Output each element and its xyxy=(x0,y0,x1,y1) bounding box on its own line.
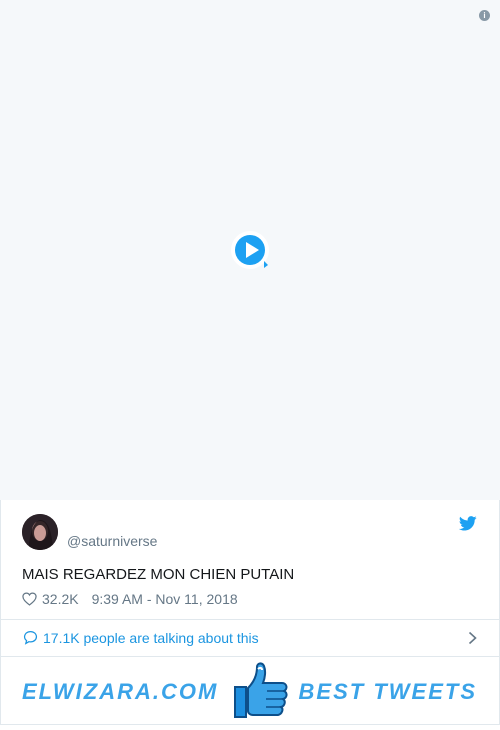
conversation-link[interactable]: 17.1K people are talking about this xyxy=(0,620,500,657)
timestamp[interactable]: 9:39 AM - Nov 11, 2018 xyxy=(92,591,238,607)
chevron-right-icon xyxy=(468,631,477,645)
heart-icon[interactable] xyxy=(22,592,37,606)
promo-banner[interactable]: ELWIZARA.COM BEST TWEETS xyxy=(0,657,500,725)
like-count[interactable]: 32.2K xyxy=(42,591,79,607)
best-tweets-label: BEST TWEETS xyxy=(298,679,477,704)
info-icon[interactable]: i xyxy=(479,10,490,21)
tweet-text: MAIS REGARDEZ MON CHIEN PUTAIN xyxy=(22,566,295,583)
thumbs-up-icon xyxy=(234,662,288,718)
twitter-bird-icon[interactable] xyxy=(459,516,477,531)
brand-name: ELWIZARA.COM xyxy=(22,679,219,704)
play-icon[interactable] xyxy=(230,230,270,270)
video-player[interactable]: i xyxy=(0,0,500,500)
speech-bubble-icon xyxy=(23,630,38,645)
tweet-meta: 32.2K 9:39 AM - Nov 11, 2018 xyxy=(22,591,238,607)
talking-count-link[interactable]: 17.1K people are talking about this xyxy=(43,630,259,646)
user-handle[interactable]: @saturniverse xyxy=(67,533,157,549)
tweet-card: @saturniverse MAIS REGARDEZ MON CHIEN PU… xyxy=(0,500,500,620)
avatar[interactable] xyxy=(22,514,58,550)
